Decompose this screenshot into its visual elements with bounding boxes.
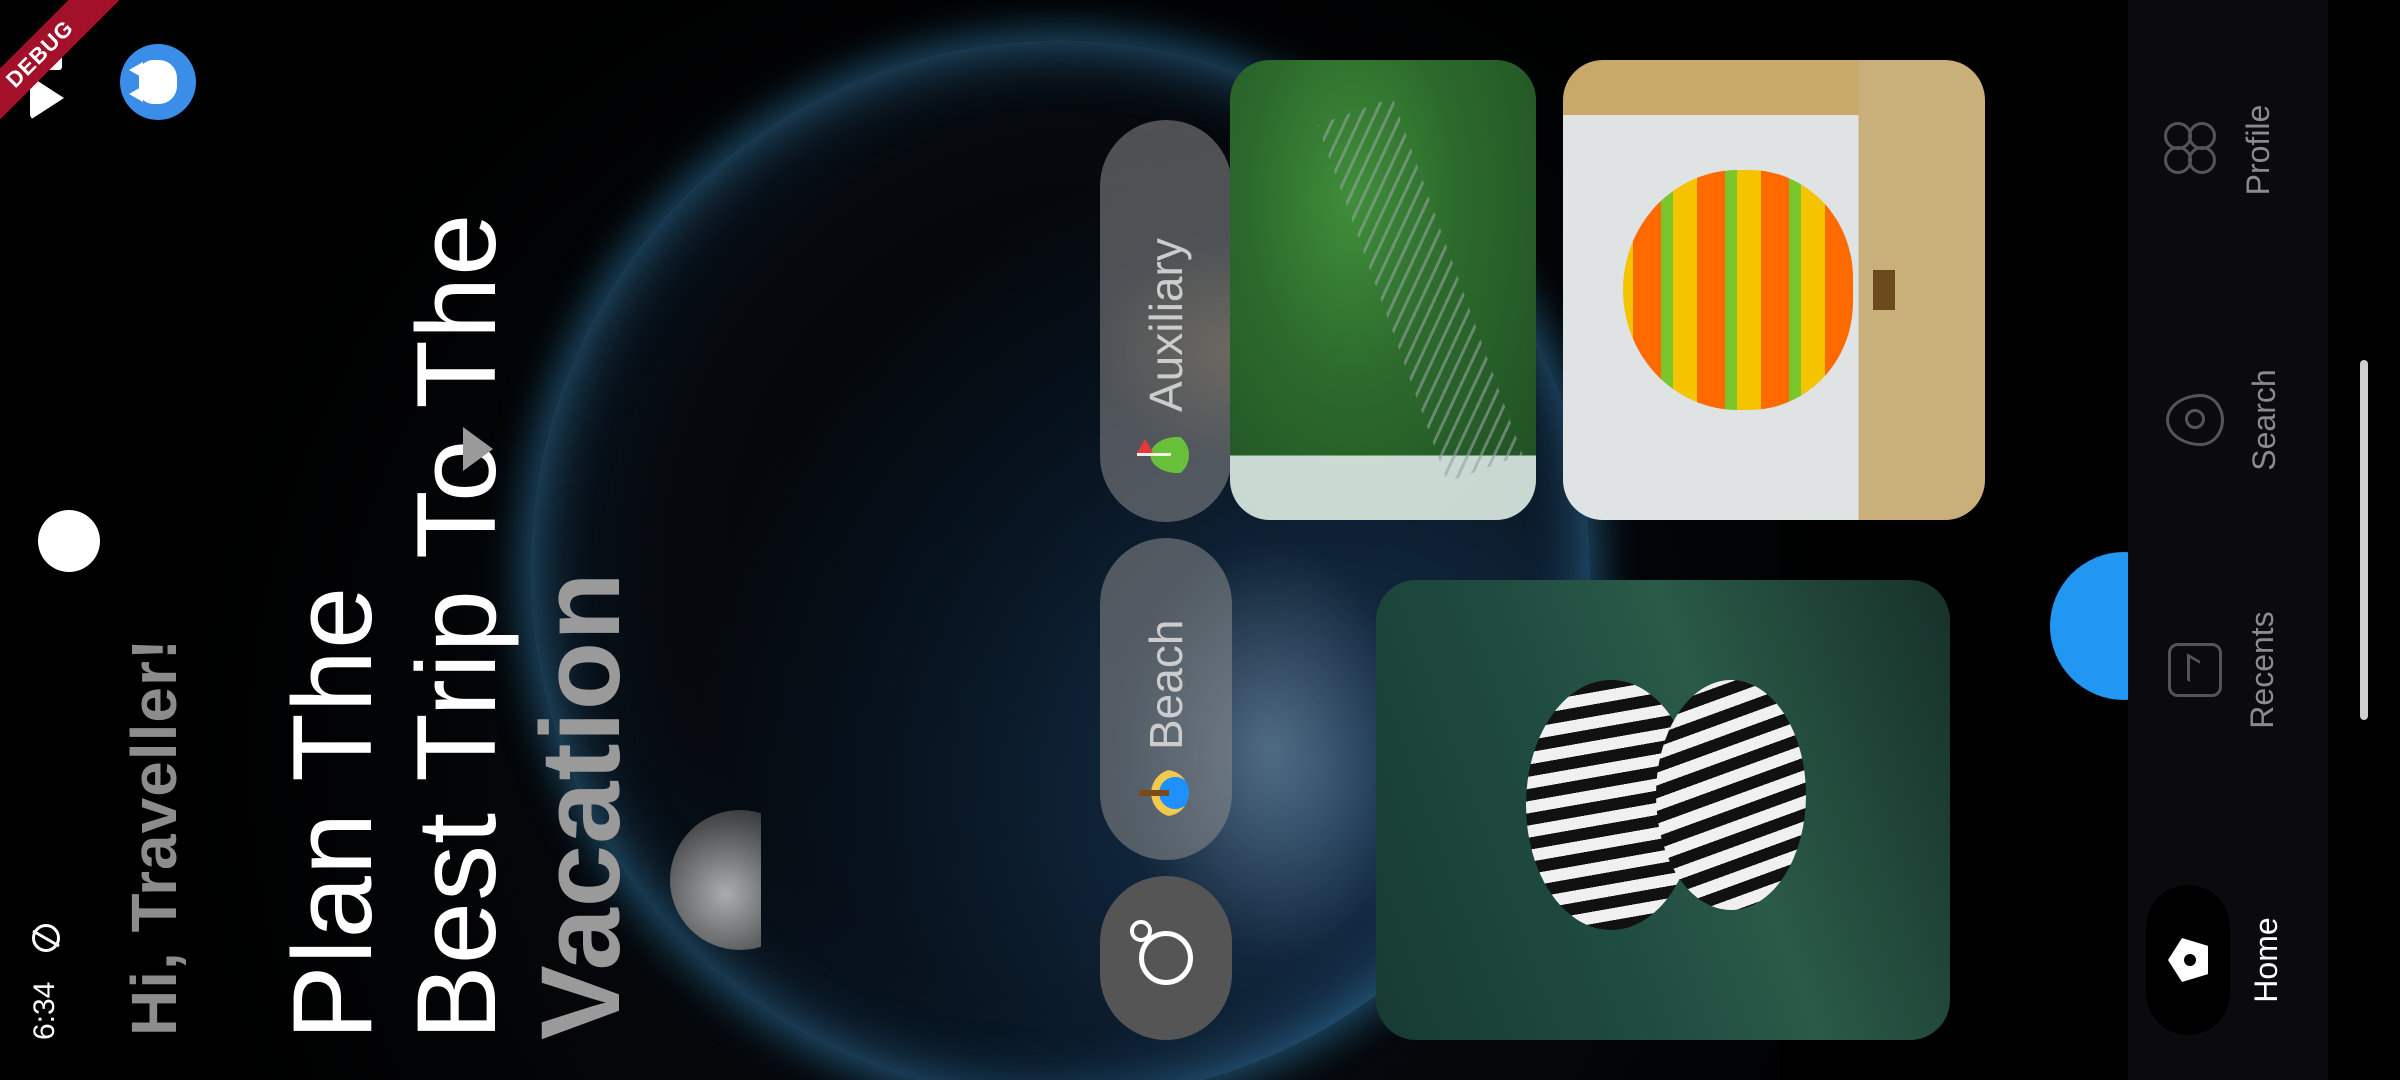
balloon-basket: [1873, 270, 1895, 310]
greeting-text: Hi, Traveller!: [118, 637, 190, 1036]
location-pin-icon: [2166, 394, 2224, 446]
profile-icon: [2162, 122, 2218, 178]
chip-auxiliary[interactable]: Auxiliary: [1100, 120, 1232, 522]
nav-item-home[interactable]: Home: [2146, 860, 2285, 1060]
nav-active-indicator: [2146, 885, 2230, 1035]
dropdown-caret-icon[interactable]: [463, 427, 493, 471]
headline-line-1: Plan The: [270, 585, 396, 1040]
nav-label: Home: [2248, 917, 2284, 1003]
chip-label: Beach: [1140, 619, 1192, 750]
destination-selector[interactable]: Vacation: [518, 213, 643, 1040]
camera-cutout: [38, 510, 100, 572]
nav-item-search[interactable]: Search: [2146, 320, 2283, 520]
data-saver-icon: [32, 924, 60, 952]
cat-avatar-icon: [139, 60, 177, 104]
forest-photo[interactable]: [1230, 60, 1536, 520]
zebra-figure: [1656, 680, 1806, 910]
nav-item-recents[interactable]: Recents: [2146, 570, 2281, 770]
nav-label: Search: [2246, 369, 2282, 471]
hot-air-balloon-photo[interactable]: [1563, 60, 1985, 520]
category-chips: Beach Auxiliary: [1100, 40, 1232, 1040]
bottom-navigation: Home Recents Search Profile: [2128, 0, 2328, 1080]
headline-line-2: Best Trip To The: [394, 212, 520, 1040]
nav-item-profile[interactable]: Profile: [2146, 50, 2277, 250]
nav-label: Recents: [2244, 611, 2280, 729]
beach-emoji-icon: [1143, 770, 1189, 816]
golf-emoji-icon: [1143, 432, 1189, 478]
avatar[interactable]: [120, 44, 196, 120]
page-title: Plan The Best Trip To The Vacation: [270, 212, 643, 1040]
status-bar: 6:34 DEBUG: [0, 0, 124, 1080]
home-icon: [2168, 938, 2208, 982]
chip-beach[interactable]: Beach: [1100, 538, 1232, 860]
balloon-figure: [1623, 170, 1853, 410]
search-icon: [1139, 931, 1193, 985]
app-screen: 6:34 DEBUG Hi, Traveller! Plan The Best …: [0, 0, 2400, 1080]
chip-label: Auxiliary: [1140, 238, 1192, 412]
status-time: 6:34: [28, 981, 61, 1040]
gesture-handle[interactable]: [2360, 360, 2368, 720]
nav-label: Profile: [2240, 104, 2276, 196]
fence-figure: [1317, 97, 1523, 483]
recents-icon: [2168, 643, 2222, 697]
search-chip[interactable]: [1100, 876, 1232, 1040]
zebra-photo[interactable]: [1376, 580, 1950, 1040]
